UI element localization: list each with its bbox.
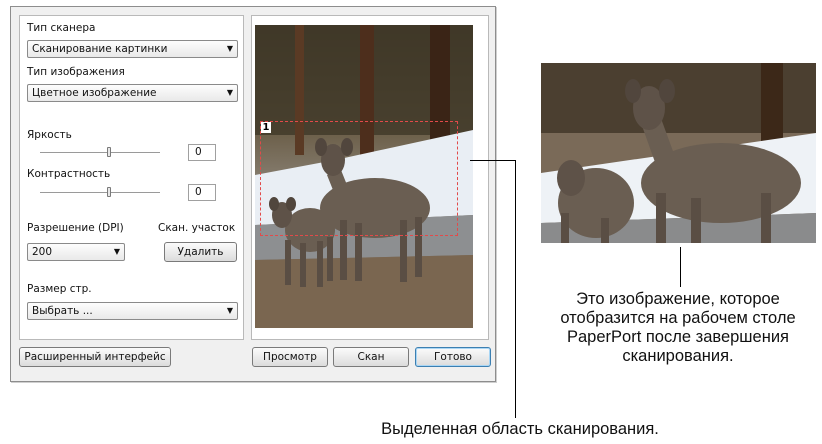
scan-selection-area[interactable] [260, 121, 458, 236]
brightness-slider-thumb[interactable] [107, 147, 111, 157]
chevron-down-icon: ▼ [226, 88, 233, 97]
resolution-select[interactable]: 200 ▼ [27, 243, 125, 261]
image-type-select[interactable]: Цветное изображение ▼ [27, 84, 238, 102]
brightness-input[interactable]: 0 [188, 144, 216, 161]
scan-area-label: Скан. участок [158, 222, 236, 234]
chevron-down-icon: ▼ [226, 44, 233, 53]
contrast-slider-thumb[interactable] [107, 187, 111, 197]
result-caption: Это изображение, которое отобразится на … [560, 290, 796, 365]
result-callout-line [680, 247, 681, 287]
chevron-down-icon: ▼ [113, 247, 120, 256]
scanner-type-select[interactable]: Сканирование картинки ▼ [27, 40, 238, 58]
brightness-label: Яркость [27, 129, 72, 141]
contrast-input[interactable]: 0 [188, 184, 216, 201]
page-size-select[interactable]: Выбрать ... ▼ [27, 302, 238, 320]
deer-closeup-photo [541, 63, 816, 243]
image-type-value: Цветное изображение [32, 87, 157, 99]
preview-area: 1 [251, 15, 489, 340]
preview-image: 1 [255, 25, 473, 328]
contrast-slider-track[interactable] [40, 192, 160, 193]
done-button[interactable]: Готово [415, 347, 491, 367]
contrast-label: Контрастность [27, 168, 111, 180]
brightness-slider-track[interactable] [40, 152, 160, 153]
image-type-label: Тип изображения [27, 66, 125, 78]
result-image [541, 63, 816, 243]
chevron-down-icon: ▼ [226, 306, 233, 315]
selection-caption: Выделенная область сканирования. [381, 420, 659, 438]
page-size-label: Размер стр. [27, 283, 92, 295]
resolution-value: 200 [32, 246, 53, 258]
preview-button[interactable]: Просмотр [252, 347, 328, 367]
scan-settings-panel: Тип сканера Сканирование картинки ▼ Тип … [19, 15, 244, 340]
page-size-value: Выбрать ... [32, 305, 93, 317]
scanner-type-label: Тип сканера [27, 22, 96, 34]
selection-callout-line-v [515, 160, 516, 418]
resolution-label: Разрешение (DPI) [27, 222, 124, 234]
delete-area-button[interactable]: Удалить [164, 242, 237, 262]
scan-dialog: Тип сканера Сканирование картинки ▼ Тип … [10, 6, 496, 382]
scan-button[interactable]: Скан [333, 347, 409, 367]
advanced-interface-button[interactable]: Расширенный интерфейс [19, 347, 171, 367]
selection-number: 1 [261, 122, 271, 133]
selection-callout-line-h [470, 160, 515, 161]
scanner-type-value: Сканирование картинки [32, 43, 168, 55]
